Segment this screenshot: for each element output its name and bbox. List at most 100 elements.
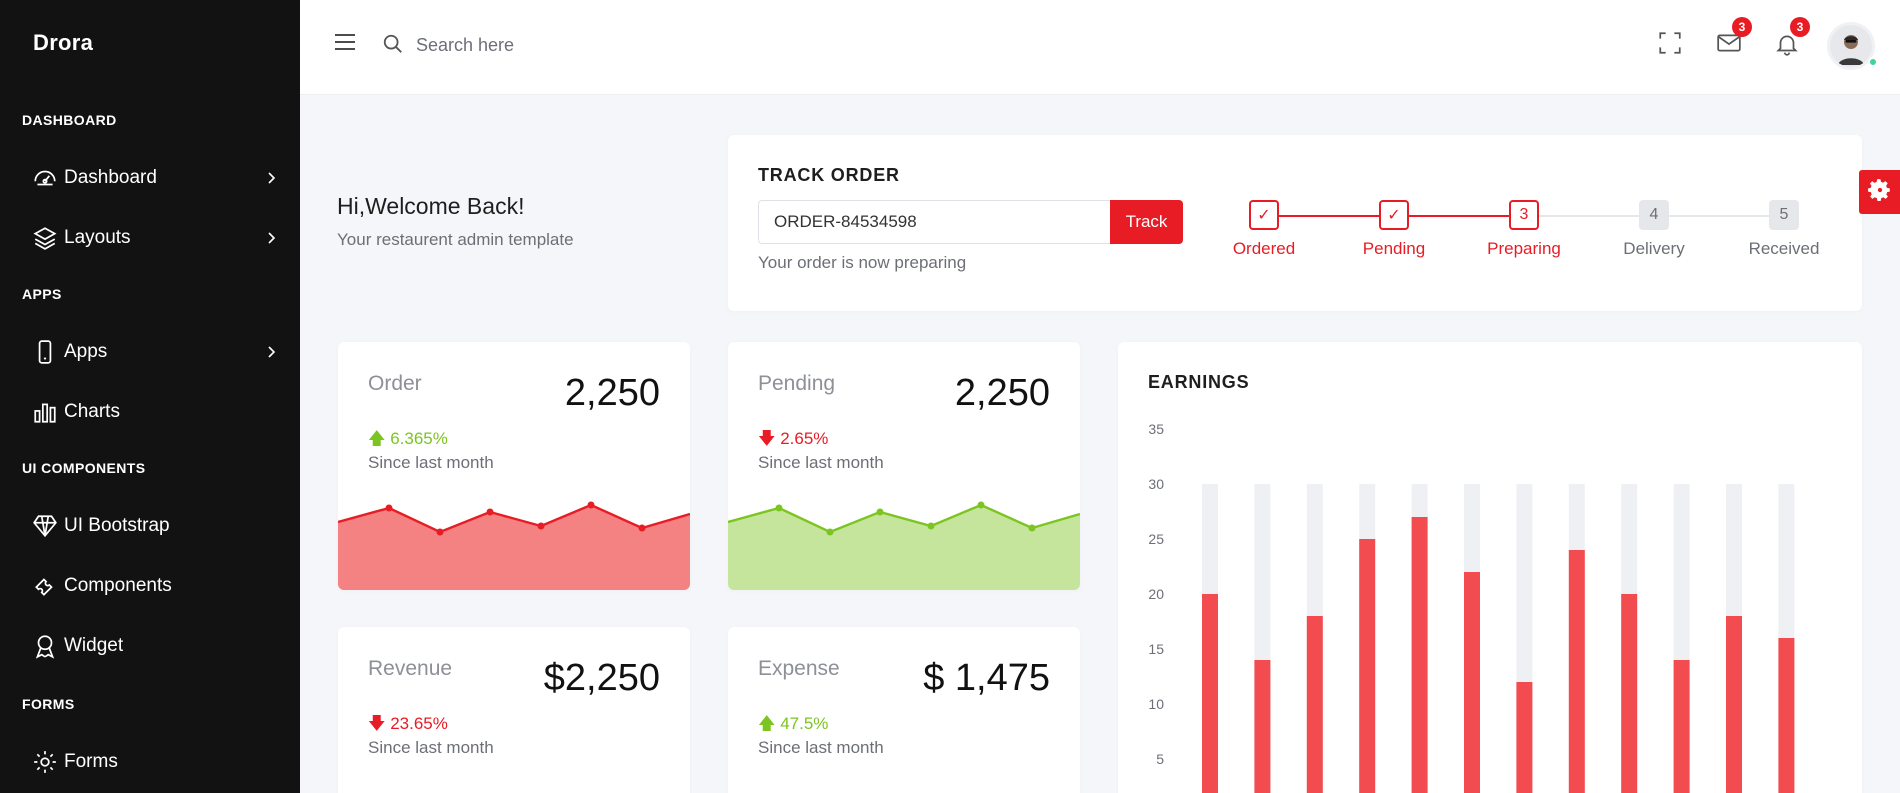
- layers-icon: [30, 223, 60, 253]
- earnings-bar[interactable]: [1621, 594, 1638, 793]
- stat-card-order: Order 2,250 🡅 6.365% Since last month: [338, 342, 690, 590]
- sidebar-item-apps[interactable]: Apps: [30, 332, 280, 372]
- section-title-ui-components: UI COMPONENTS: [22, 460, 146, 476]
- stat-change-value: 23.65%: [390, 714, 448, 733]
- step-pending-marker: ✓: [1379, 200, 1409, 230]
- sidebar-item-forms[interactable]: Forms: [30, 742, 280, 782]
- settings-toggle[interactable]: [1859, 170, 1900, 214]
- step-ordered-marker: ✓: [1249, 200, 1279, 230]
- arrow-up-icon: 🡅: [758, 714, 776, 733]
- brand-logo[interactable]: Drora: [33, 30, 93, 56]
- search-input[interactable]: [416, 28, 716, 62]
- earnings-bar[interactable]: [1726, 616, 1742, 793]
- stat-since: Since last month: [758, 453, 884, 472]
- sidebar-item-label: Forms: [64, 751, 118, 772]
- order-status-text: Your order is now preparing: [758, 253, 967, 272]
- step-preparing-label: Preparing: [1487, 239, 1561, 258]
- earnings-bar[interactable]: [1254, 660, 1271, 793]
- step-received-label: Received: [1748, 239, 1820, 258]
- stat-change: 🡇 2.65%: [758, 426, 828, 455]
- stat-since: Since last month: [758, 738, 884, 757]
- step-received-marker: 5: [1769, 200, 1799, 230]
- stat-since: Since last month: [368, 738, 494, 757]
- stat-label: Revenue: [368, 657, 453, 680]
- earnings-bar[interactable]: [1411, 517, 1428, 793]
- track-order-title: TRACK ORDER: [758, 165, 900, 185]
- gear-icon: [30, 747, 60, 777]
- chevron-right-icon: [264, 228, 280, 254]
- menu-toggle-icon[interactable]: [334, 32, 356, 57]
- earnings-bar[interactable]: [1516, 682, 1533, 793]
- stat-card-pending: Pending 2,250 🡇 2.65% Since last month: [728, 342, 1080, 590]
- online-status-dot: [1868, 57, 1878, 67]
- order-id-input[interactable]: [758, 200, 1110, 244]
- arrow-down-icon: 🡇: [368, 714, 386, 733]
- sidebar-item-widget[interactable]: Widget: [30, 626, 280, 666]
- section-title-apps: APPS: [22, 286, 62, 302]
- arrow-down-icon: 🡇: [758, 429, 776, 448]
- y-tick-label: 15: [1148, 641, 1164, 657]
- speedometer-icon: [30, 163, 60, 193]
- earnings-bar[interactable]: [1568, 550, 1585, 793]
- sidebar-item-charts[interactable]: Charts: [30, 392, 280, 432]
- y-tick-label: 30: [1148, 476, 1164, 492]
- section-title-forms: FORMS: [22, 696, 75, 712]
- earnings-bar[interactable]: [1306, 616, 1323, 793]
- stat-value: $2,250: [543, 657, 660, 699]
- step-ordered-label: Ordered: [1232, 239, 1296, 258]
- sidebar-item-dashboard[interactable]: Dashboard: [30, 158, 280, 198]
- earnings-bar[interactable]: [1778, 638, 1795, 793]
- chevron-right-icon: [264, 168, 280, 194]
- earnings-card: EARNINGS 5 10 15 20 25 30 35: [1118, 342, 1862, 793]
- fullscreen-icon[interactable]: [1657, 30, 1683, 61]
- sidebar-item-layouts[interactable]: Layouts: [30, 218, 280, 258]
- stat-change-value: 6.365%: [390, 429, 448, 448]
- stat-change: 🡅 6.365%: [368, 426, 448, 455]
- stat-label: Order: [368, 372, 422, 395]
- step-delivery-label: Delivery: [1623, 239, 1685, 258]
- pending-sparkline: [728, 501, 1080, 590]
- step-preparing-marker: 3: [1509, 200, 1539, 230]
- stat-change-value: 2.65%: [780, 429, 829, 448]
- diamond-icon: [30, 511, 60, 541]
- sidebar-item-label: Charts: [64, 401, 120, 422]
- top-header: 3 3: [300, 0, 1900, 95]
- earnings-bar[interactable]: [1359, 539, 1376, 793]
- earnings-bar-chart: 5 10 15 20 25 30 35: [1148, 421, 1795, 793]
- mail-count-badge: 3: [1732, 17, 1752, 37]
- order-sparkline: [338, 501, 690, 590]
- earnings-bar[interactable]: [1673, 660, 1690, 793]
- stat-card-revenue: Revenue $2,250 🡇 23.65% Since last month: [338, 627, 690, 793]
- bar-chart-icon: [30, 397, 60, 427]
- y-tick-label: 10: [1148, 696, 1164, 712]
- sidebar-item-label: Apps: [64, 341, 108, 362]
- notification-count-badge: 3: [1790, 17, 1810, 37]
- track-button[interactable]: Track: [1110, 200, 1183, 244]
- y-tick-label: 35: [1148, 421, 1164, 437]
- stat-value: 2,250: [954, 372, 1050, 414]
- step-delivery-marker: 4: [1639, 200, 1669, 230]
- sidebar-item-label: UI Bootstrap: [64, 515, 170, 536]
- stat-value: 2,250: [564, 372, 660, 414]
- y-tick-label: 5: [1156, 751, 1164, 767]
- stat-value: $ 1,475: [923, 657, 1050, 699]
- sidebar-item-label: Dashboard: [64, 167, 157, 188]
- sidebar-item-ui-bootstrap[interactable]: UI Bootstrap: [30, 506, 280, 546]
- earnings-bar[interactable]: [1202, 594, 1218, 793]
- stat-change: 🡅 47.5%: [758, 711, 828, 740]
- sidebar-item-label: Layouts: [64, 227, 131, 248]
- welcome-title: Hi,Welcome Back!: [337, 193, 525, 219]
- stat-change-value: 47.5%: [780, 714, 829, 733]
- stat-label: Expense: [758, 657, 840, 680]
- sidebar-item-label: Components: [64, 575, 172, 596]
- sidebar-item-components[interactable]: Components: [30, 566, 280, 606]
- stat-since: Since last month: [368, 453, 494, 472]
- y-tick-label: 25: [1148, 531, 1164, 547]
- earnings-bar[interactable]: [1464, 572, 1480, 793]
- sidebar-item-label: Widget: [64, 635, 124, 656]
- chevron-right-icon: [264, 342, 280, 368]
- welcome-subtitle: Your restaurent admin template: [337, 230, 574, 249]
- mobile-icon: [30, 337, 60, 367]
- stat-card-expense: Expense $ 1,475 🡅 47.5% Since last month: [728, 627, 1080, 793]
- puzzle-icon: [30, 571, 60, 601]
